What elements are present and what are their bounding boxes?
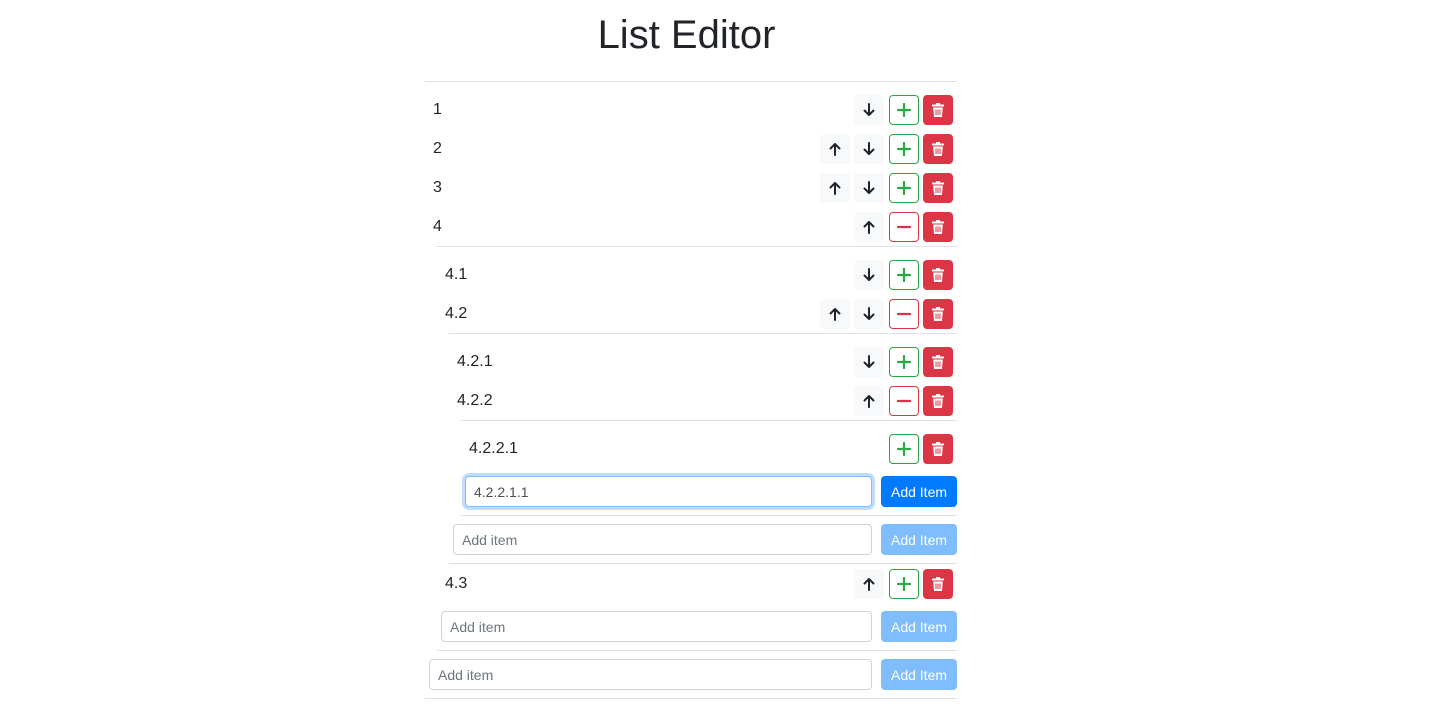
delete-button[interactable] — [923, 299, 953, 329]
move-down-button[interactable] — [854, 347, 884, 377]
trash-icon — [932, 142, 944, 156]
add-item-input[interactable] — [429, 659, 872, 690]
minus-icon — [897, 225, 911, 229]
arrow-up-icon — [829, 308, 841, 321]
trash-icon — [932, 220, 944, 234]
collapse-button[interactable] — [889, 299, 919, 329]
move-down-button[interactable] — [854, 260, 884, 290]
move-up-button[interactable] — [854, 569, 884, 599]
plus-icon — [897, 442, 911, 456]
move-up-button[interactable] — [820, 173, 850, 203]
move-down-button[interactable] — [854, 299, 884, 329]
arrow-down-icon — [863, 268, 875, 281]
arrow-down-icon — [863, 103, 875, 116]
minus-icon — [897, 399, 911, 403]
list-item-label: 4.1 — [445, 266, 468, 283]
plus-icon — [897, 268, 911, 282]
move-up-button[interactable] — [820, 134, 850, 164]
list-item-label: 2 — [433, 140, 442, 157]
divider — [425, 698, 957, 699]
expand-button[interactable] — [889, 434, 919, 464]
trash-icon — [932, 394, 944, 408]
arrow-up-icon — [829, 182, 841, 195]
list-item-label: 4.2.2 — [457, 392, 493, 409]
divider — [449, 333, 957, 334]
divider — [449, 563, 957, 564]
divider — [461, 515, 957, 516]
minus-icon — [897, 312, 911, 316]
list-item-label: 4.3 — [445, 575, 468, 592]
trash-icon — [932, 307, 944, 321]
arrow-up-icon — [829, 143, 841, 156]
delete-button[interactable] — [923, 347, 953, 377]
move-down-button[interactable] — [854, 134, 884, 164]
delete-button[interactable] — [923, 386, 953, 416]
delete-button[interactable] — [923, 212, 953, 242]
arrow-up-icon — [863, 395, 875, 408]
expand-button[interactable] — [889, 260, 919, 290]
add-item-input[interactable] — [465, 476, 872, 507]
list-item-label: 3 — [433, 179, 442, 196]
list-item-label: 4.2.1 — [457, 353, 493, 370]
add-item-input[interactable] — [453, 524, 872, 555]
arrow-down-icon — [863, 355, 875, 368]
expand-button[interactable] — [889, 95, 919, 125]
delete-button[interactable] — [923, 95, 953, 125]
trash-icon — [932, 103, 944, 117]
move-up-button[interactable] — [820, 299, 850, 329]
arrow-up-icon — [863, 578, 875, 591]
add-item-button[interactable]: Add Item — [881, 611, 957, 642]
trash-icon — [932, 442, 944, 456]
collapse-button[interactable] — [889, 212, 919, 242]
move-down-button[interactable] — [854, 173, 884, 203]
expand-button[interactable] — [889, 569, 919, 599]
list-item-label: 1 — [433, 101, 442, 118]
list-item-label: 4.2.2.1 — [469, 440, 518, 457]
add-item-button[interactable]: Add Item — [881, 524, 957, 555]
plus-icon — [897, 355, 911, 369]
arrow-down-icon — [863, 307, 875, 320]
delete-button[interactable] — [923, 569, 953, 599]
divider — [461, 420, 957, 421]
page-title: List Editor — [597, 13, 776, 57]
collapse-button[interactable] — [889, 386, 919, 416]
delete-button[interactable] — [923, 434, 953, 464]
move-up-button[interactable] — [854, 386, 884, 416]
list-item-label: 4.2 — [445, 305, 468, 322]
expand-button[interactable] — [889, 347, 919, 377]
move-down-button[interactable] — [854, 95, 884, 125]
divider — [437, 246, 957, 247]
delete-button[interactable] — [923, 260, 953, 290]
divider — [437, 650, 957, 651]
move-up-button[interactable] — [854, 212, 884, 242]
plus-icon — [897, 181, 911, 195]
delete-button[interactable] — [923, 173, 953, 203]
expand-button[interactable] — [889, 173, 919, 203]
trash-icon — [932, 181, 944, 195]
add-item-input[interactable] — [441, 611, 872, 642]
trash-icon — [932, 268, 944, 282]
trash-icon — [932, 577, 944, 591]
expand-button[interactable] — [889, 134, 919, 164]
plus-icon — [897, 142, 911, 156]
plus-icon — [897, 103, 911, 117]
add-item-button[interactable]: Add Item — [881, 659, 957, 690]
arrow-up-icon — [863, 221, 875, 234]
arrow-down-icon — [863, 142, 875, 155]
delete-button[interactable] — [923, 134, 953, 164]
list-item-label: 4 — [433, 218, 442, 235]
arrow-down-icon — [863, 181, 875, 194]
divider — [425, 81, 957, 82]
add-item-button[interactable]: Add Item — [881, 476, 957, 507]
plus-icon — [897, 577, 911, 591]
trash-icon — [932, 355, 944, 369]
